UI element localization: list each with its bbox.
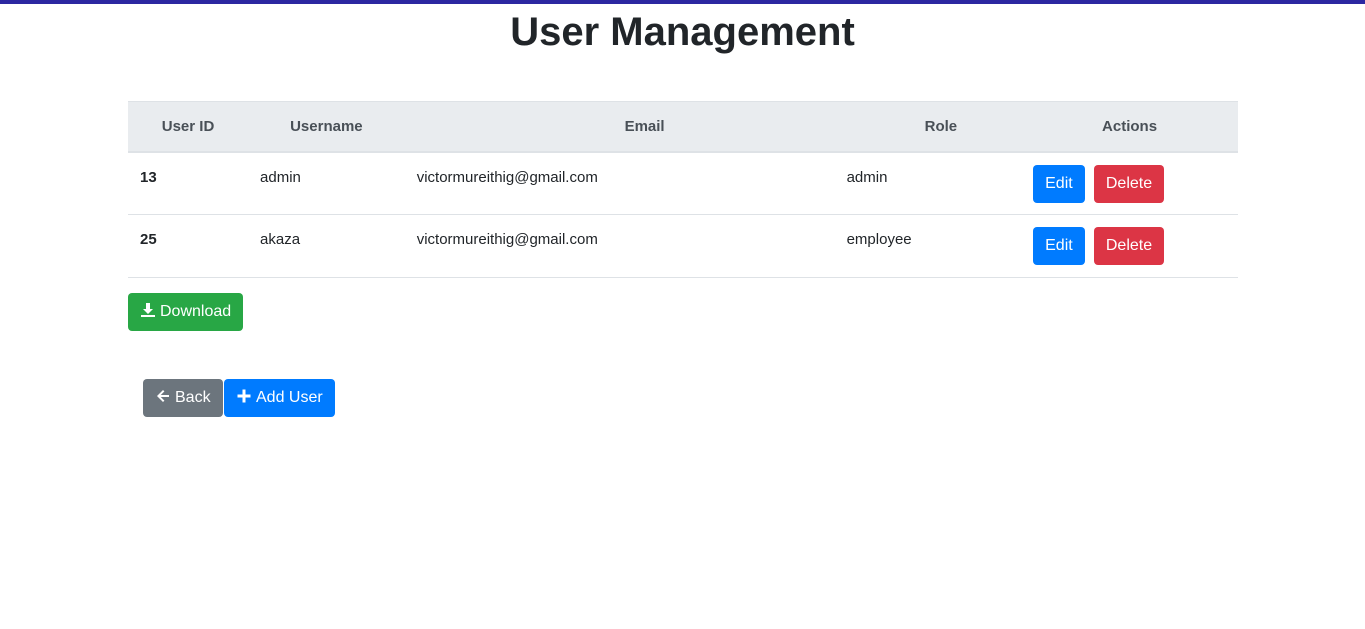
arrow-left-icon bbox=[155, 388, 171, 404]
cell-user-id: 25 bbox=[140, 231, 157, 248]
edit-button[interactable]: Edit bbox=[1033, 164, 1085, 203]
download-icon bbox=[140, 302, 156, 318]
cell-role: employee bbox=[846, 231, 912, 248]
back-button-label: Back bbox=[175, 389, 211, 406]
header-role: Role bbox=[834, 101, 1022, 153]
users-table: User ID Username Email Role Actions 13 a… bbox=[128, 101, 1238, 278]
edit-button[interactable]: Edit bbox=[1033, 227, 1085, 265]
table-row: 13 admin victormureithig@gmail.com admin… bbox=[128, 152, 1238, 215]
download-button[interactable]: Download bbox=[128, 293, 244, 331]
cell-user-id: 13 bbox=[140, 168, 157, 186]
header-actions: Actions bbox=[1021, 101, 1238, 153]
header-user-id: User ID bbox=[128, 101, 249, 153]
delete-button[interactable]: Delete bbox=[1093, 227, 1165, 265]
table-header: User ID Username Email Role Actions bbox=[128, 101, 1238, 153]
table-row: 25 akaza victormureithig@gmail.com emplo… bbox=[128, 215, 1238, 278]
cell-actions: Edit Delete bbox=[1021, 215, 1238, 278]
plus-icon bbox=[236, 388, 252, 404]
cell-username: admin bbox=[260, 168, 301, 186]
table-header-row: User ID Username Email Role Actions bbox=[128, 101, 1238, 153]
back-button[interactable]: Back bbox=[143, 379, 223, 417]
users-table-container: User ID Username Email Role Actions 13 a… bbox=[128, 101, 1238, 278]
page-title: User Management bbox=[510, 10, 855, 54]
header-username: Username bbox=[248, 101, 405, 153]
header-email: Email bbox=[404, 101, 835, 153]
cell-username: akaza bbox=[260, 231, 301, 248]
top-accent-bar bbox=[0, 0, 1365, 4]
cell-role: admin bbox=[846, 168, 888, 186]
download-button-label: Download bbox=[160, 303, 232, 320]
add-user-button[interactable]: Add User bbox=[224, 379, 335, 417]
cell-email: victormureithig@gmail.com bbox=[416, 231, 598, 248]
cell-actions: Edit Delete bbox=[1021, 152, 1238, 215]
table-body: 13 admin victormureithig@gmail.com admin… bbox=[128, 152, 1238, 278]
cell-email: victormureithig@gmail.com bbox=[416, 168, 598, 186]
delete-button[interactable]: Delete bbox=[1093, 164, 1165, 203]
add-user-button-label: Add User bbox=[256, 389, 323, 406]
